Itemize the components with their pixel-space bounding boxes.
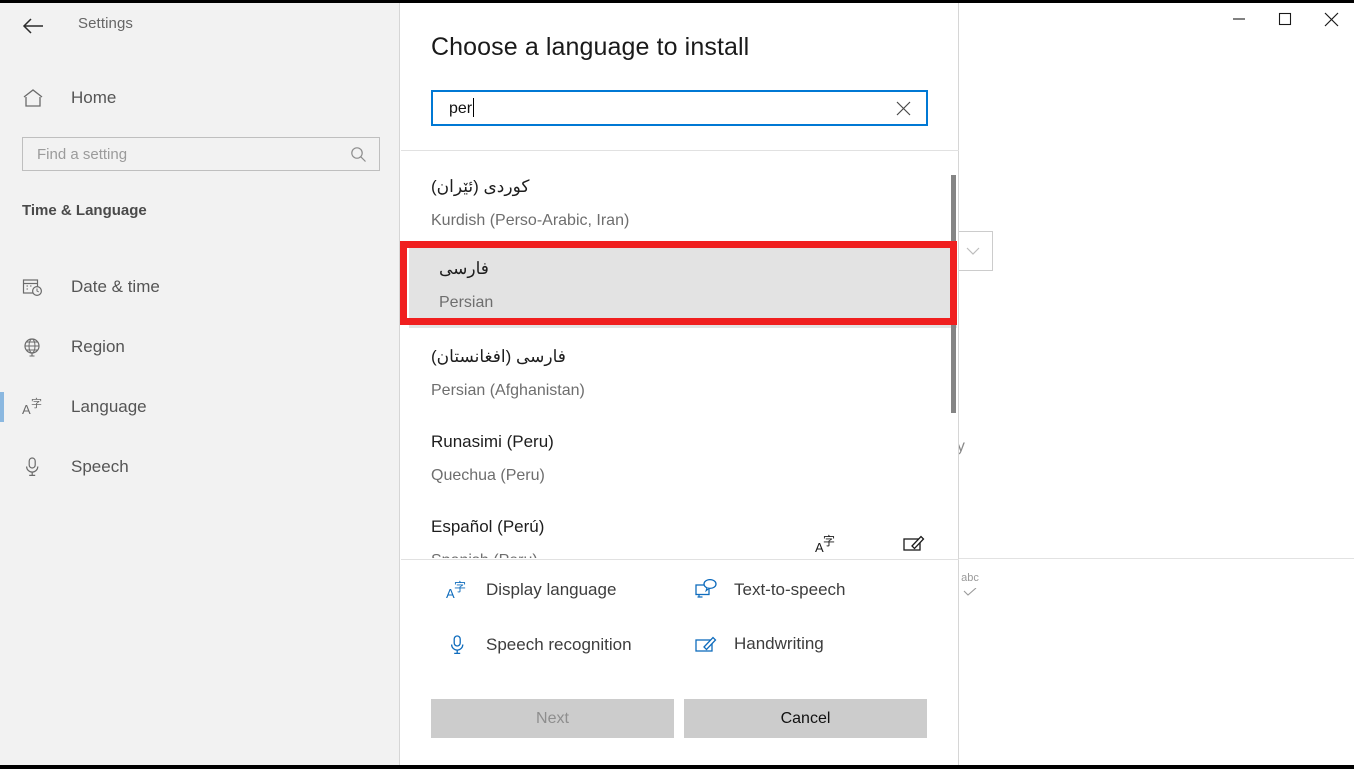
feature-label: Speech recognition — [486, 635, 632, 654]
next-button[interactable]: Next — [431, 699, 674, 738]
text-caret — [473, 98, 475, 117]
sidebar-item-home[interactable]: Home — [0, 78, 400, 118]
sidebar-item-language[interactable]: A 字 Language — [0, 385, 400, 429]
globe-icon — [22, 337, 52, 357]
find-a-setting-box[interactable] — [22, 137, 380, 171]
checkmark-icon — [963, 587, 977, 596]
clear-search-button[interactable] — [895, 100, 912, 117]
home-icon — [22, 88, 52, 108]
back-button[interactable] — [14, 9, 52, 43]
language-native-name: کوردی (ئێران) — [431, 176, 530, 196]
close-button[interactable] — [1308, 3, 1354, 35]
sidebar-item-date-time[interactable]: Date & time — [0, 265, 400, 309]
minimize-icon — [1233, 18, 1245, 20]
display-language-icon: A 字 — [815, 533, 835, 555]
settings-sidebar: Settings Home Find a setting Time & Lang… — [0, 3, 400, 765]
window-controls — [1216, 3, 1354, 47]
list-item[interactable]: Español (Perú) Spanish (Peru) A 字 — [401, 501, 959, 558]
feature-label: Text-to-speech — [734, 580, 846, 599]
language-native-name: فارسی (افغانستان) — [431, 346, 566, 366]
sidebar-section-header: Time & Language — [22, 202, 147, 219]
language-english-name: Persian — [439, 293, 494, 311]
selection-indicator — [0, 452, 4, 482]
microphone-icon — [22, 456, 52, 478]
microphone-icon — [444, 634, 472, 656]
handwriting-icon — [692, 635, 720, 654]
spellcheck-label: abc — [961, 572, 979, 584]
text-to-speech-icon — [692, 579, 720, 601]
list-item[interactable]: کوردی (ئێران) Kurdish (Perso-Arabic, Ira… — [401, 161, 959, 246]
selection-indicator — [0, 392, 4, 422]
screen: Settings Home Find a setting Time & Lang… — [0, 0, 1354, 769]
screen-bottom-edge — [0, 765, 1354, 769]
language-english-name: Quechua (Peru) — [431, 466, 545, 484]
background-divider — [940, 558, 1354, 559]
language-search-box[interactable]: per — [431, 90, 928, 126]
dialog-buttons: Next Cancel — [400, 699, 960, 739]
language-english-name: Persian (Afghanistan) — [431, 381, 585, 399]
list-item[interactable]: Runasimi (Peru) Quechua (Peru) — [401, 416, 959, 501]
settings-window: Settings Home Find a setting Time & Lang… — [0, 3, 1354, 768]
list-item[interactable]: فارسی (افغانستان) Persian (Afghanistan) — [401, 331, 959, 416]
sidebar-item-region[interactable]: Region — [0, 325, 400, 369]
language-native-name: فارسی — [439, 258, 489, 278]
language-icon: A 字 — [22, 396, 52, 418]
language-search-input[interactable]: per — [433, 98, 475, 118]
search-input[interactable] — [23, 145, 333, 163]
feature-display-language: A 字 Display language — [444, 579, 616, 601]
svg-text:字: 字 — [31, 396, 42, 410]
list-item[interactable]: فارسی Persian — [409, 243, 957, 328]
language-list-scrollbar-thumb[interactable] — [951, 175, 956, 413]
sidebar-item-label-home: Home — [71, 88, 117, 107]
spellcheck-icon: abc — [955, 573, 985, 602]
calendar-clock-icon — [22, 277, 52, 297]
selection-indicator — [0, 332, 4, 362]
sidebar-item-label-speech: Speech — [71, 457, 129, 476]
minimize-button[interactable] — [1216, 3, 1262, 35]
feature-speech-recognition: Speech recognition — [444, 634, 632, 656]
background-dropdown[interactable] — [953, 231, 993, 271]
window-title: Settings — [78, 15, 133, 32]
close-icon — [896, 101, 911, 115]
cancel-button[interactable]: Cancel — [684, 699, 927, 738]
sidebar-item-label-region: Region — [71, 337, 125, 356]
svg-text:A: A — [22, 402, 31, 417]
svg-text:字: 字 — [823, 533, 835, 548]
sidebar-item-speech[interactable]: Speech — [0, 445, 400, 489]
feature-label: Handwriting — [734, 634, 824, 653]
search-icon — [350, 146, 367, 163]
language-native-name: Runasimi (Peru) — [431, 431, 554, 451]
sidebar-item-label-language: Language — [71, 397, 147, 416]
handwriting-icon — [903, 535, 925, 551]
dialog-title: Choose a language to install — [431, 33, 750, 61]
selection-indicator — [0, 272, 4, 302]
language-english-name: Kurdish (Perso-Arabic, Iran) — [431, 211, 630, 229]
back-arrow-icon — [22, 18, 43, 34]
language-list[interactable]: کوردی (ئێران) Kurdish (Perso-Arabic, Ira… — [401, 151, 959, 558]
feature-handwriting: Handwriting — [692, 634, 824, 654]
choose-language-dialog: Choose a language to install per کوردی (… — [399, 3, 959, 768]
sidebar-titlebar: Settings — [0, 3, 400, 49]
display-language-icon: A 字 — [444, 579, 472, 601]
feature-label: Display language — [486, 580, 617, 599]
language-features: A 字 Display language Text-to-speech Spee… — [400, 559, 958, 689]
svg-text:字: 字 — [454, 579, 466, 594]
close-icon — [1324, 12, 1338, 26]
feature-text-to-speech: Text-to-speech — [692, 579, 846, 601]
maximize-button[interactable] — [1262, 3, 1308, 35]
sidebar-item-label-date-time: Date & time — [71, 277, 160, 296]
list-item-feature-icons: A 字 — [815, 533, 925, 555]
chevron-down-icon — [966, 247, 980, 255]
maximize-icon — [1278, 12, 1292, 26]
